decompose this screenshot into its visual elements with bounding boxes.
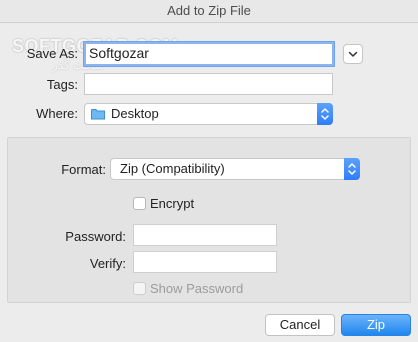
format-popup[interactable]: Zip (Compatibility) (110, 158, 360, 180)
show-password-label[interactable]: Show Password (150, 281, 243, 296)
window-title: Add to Zip File (0, 0, 418, 23)
save-as-label: Save As: (26, 46, 78, 61)
where-value: Desktop (111, 106, 159, 121)
folder-icon (91, 109, 105, 120)
show-password-checkbox[interactable] (133, 282, 146, 295)
stepper-arrows-icon (348, 163, 356, 175)
where-label: Where: (36, 106, 78, 121)
tags-input[interactable] (84, 73, 333, 95)
save-as-input[interactable]: Softgozar (84, 42, 334, 66)
stepper-arrows-icon (321, 108, 329, 120)
password-field[interactable] (133, 224, 277, 246)
password-label: Password: (65, 229, 126, 244)
cancel-button[interactable]: Cancel (265, 314, 335, 336)
expand-button[interactable] (343, 44, 363, 64)
encrypt-checkbox[interactable] (133, 197, 146, 210)
verify-label: Verify: (89, 256, 126, 271)
format-stepper[interactable] (344, 158, 360, 180)
chevron-down-icon (348, 51, 358, 57)
format-value: Zip (Compatibility) (120, 161, 225, 176)
zip-button[interactable]: Zip (341, 314, 411, 336)
format-label: Format: (61, 162, 106, 177)
encrypt-label[interactable]: Encrypt (150, 196, 194, 211)
verify-field[interactable] (133, 251, 277, 273)
where-stepper[interactable] (317, 103, 333, 125)
where-popup[interactable]: Desktop (84, 103, 333, 125)
tags-label: Tags: (46, 77, 78, 92)
